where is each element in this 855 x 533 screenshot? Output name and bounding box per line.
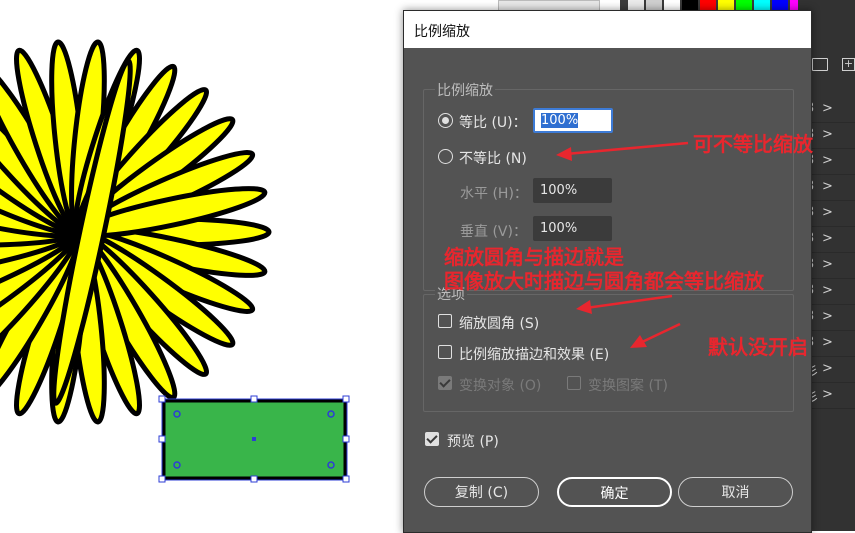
selection-handle bbox=[250, 475, 258, 483]
annotation-default: 默认没开启 bbox=[708, 335, 808, 359]
artwork[interactable] bbox=[0, 0, 420, 531]
chevron-right-icon[interactable]: > bbox=[822, 283, 833, 298]
chevron-right-icon[interactable]: > bbox=[822, 257, 833, 272]
vertical-label: 垂直 (V)： bbox=[460, 224, 527, 240]
swatch[interactable] bbox=[754, 0, 770, 10]
selection-handle bbox=[342, 475, 350, 483]
swatch[interactable] bbox=[646, 0, 662, 10]
cancel-button[interactable]: 取消 bbox=[678, 477, 793, 507]
chevron-right-icon[interactable]: > bbox=[822, 127, 833, 142]
swatch[interactable] bbox=[700, 0, 716, 10]
preview-checkbox[interactable] bbox=[425, 432, 439, 446]
center-point bbox=[252, 437, 256, 441]
chevron-right-icon[interactable]: > bbox=[822, 387, 833, 402]
swatch[interactable] bbox=[718, 0, 734, 10]
annotation-options-line2: 图像放大时描边与圆角都会等比缩放 bbox=[444, 269, 764, 293]
selection-handle bbox=[158, 395, 166, 403]
uniform-label: 等比 (U)： bbox=[459, 115, 527, 131]
copy-button[interactable]: 复制 (C) bbox=[424, 477, 539, 507]
nonuniform-label: 不等比 (N) bbox=[459, 151, 527, 167]
add-icon[interactable]: + bbox=[842, 58, 855, 71]
chevron-right-icon[interactable]: > bbox=[822, 205, 833, 220]
transform-patterns-label: 变换图案 (T) bbox=[588, 378, 668, 394]
scale-strokes-label: 比例缩放描边和效果 (E) bbox=[459, 347, 610, 363]
nonuniform-radio[interactable] bbox=[438, 149, 453, 164]
swatch[interactable] bbox=[682, 0, 698, 10]
scale-corners-label: 缩放圆角 (S) bbox=[459, 316, 540, 332]
dialog-titlebar[interactable]: 比例缩放 bbox=[404, 11, 811, 48]
selected-rectangle[interactable] bbox=[158, 395, 350, 483]
vertical-input[interactable]: 100% bbox=[533, 216, 612, 241]
annotation-nonuniform: 可不等比缩放 bbox=[693, 132, 813, 156]
flower-shape[interactable] bbox=[0, 39, 272, 425]
selection-handle bbox=[342, 435, 350, 443]
horizontal-label: 水平 (H)： bbox=[460, 186, 528, 202]
chevron-right-icon[interactable]: > bbox=[822, 101, 833, 116]
selection-handle bbox=[158, 475, 166, 483]
swatch[interactable] bbox=[664, 0, 680, 10]
chevron-right-icon[interactable]: > bbox=[822, 361, 833, 376]
transform-objects-checkbox[interactable] bbox=[438, 376, 452, 390]
chevron-right-icon[interactable]: > bbox=[822, 231, 833, 246]
swatch[interactable] bbox=[628, 0, 644, 10]
chevron-right-icon[interactable]: > bbox=[822, 179, 833, 194]
transform-objects-label: 变换对象 (O) bbox=[459, 378, 542, 394]
scale-corners-checkbox[interactable] bbox=[438, 314, 452, 328]
chevron-right-icon[interactable]: > bbox=[822, 335, 833, 350]
scale-group-legend: 比例缩放 bbox=[435, 80, 495, 100]
selection-handle bbox=[342, 395, 350, 403]
swatch[interactable] bbox=[736, 0, 752, 10]
swatch[interactable] bbox=[772, 0, 788, 10]
chevron-right-icon[interactable]: > bbox=[822, 309, 833, 324]
preview-label: 预览 (P) bbox=[447, 434, 499, 450]
uniform-input[interactable]: 100% bbox=[533, 108, 613, 133]
folder-icon[interactable] bbox=[812, 58, 828, 71]
uniform-radio[interactable] bbox=[438, 113, 453, 128]
chevron-right-icon[interactable]: > bbox=[822, 153, 833, 168]
dialog-title: 比例缩放 bbox=[414, 24, 470, 40]
selection-handle bbox=[158, 435, 166, 443]
selection-handle bbox=[250, 395, 258, 403]
ok-button[interactable]: 确定 bbox=[557, 477, 672, 507]
horizontal-input[interactable]: 100% bbox=[533, 178, 612, 203]
transform-patterns-checkbox[interactable] bbox=[567, 376, 581, 390]
scale-strokes-checkbox[interactable] bbox=[438, 345, 452, 359]
